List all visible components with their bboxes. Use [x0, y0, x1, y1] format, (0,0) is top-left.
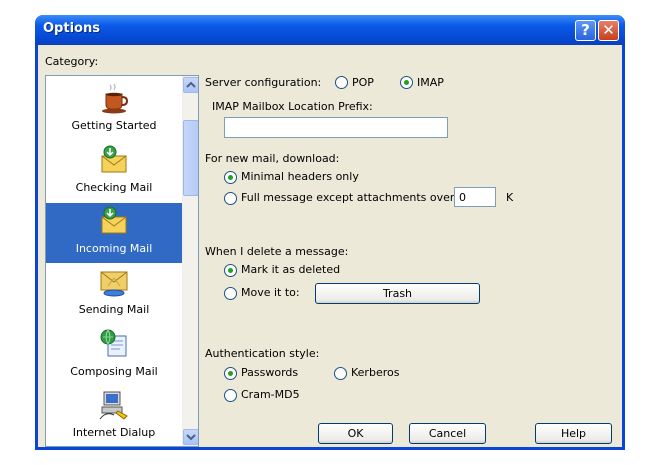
category-item-label: Composing Mail	[70, 365, 158, 378]
category-item-internet-dialup[interactable]: Internet Dialup	[46, 387, 182, 446]
pop-radio[interactable]	[335, 76, 348, 89]
auth-style-label: Authentication style:	[205, 347, 320, 360]
dialog-body: Category: Getting Started Checking Mail …	[38, 45, 622, 447]
category-item-sending-mail[interactable]: Sending Mail	[46, 264, 182, 324]
imap-prefix-input[interactable]	[224, 117, 448, 138]
window-title: Options	[43, 21, 100, 36]
help-icon[interactable]: ?	[575, 20, 596, 41]
help-button[interactable]: Help	[535, 423, 612, 444]
category-scrollbar[interactable]	[182, 76, 198, 446]
options-dialog: Options ? ✕ Category: Getting Started Ch…	[35, 15, 625, 450]
kerberos-label[interactable]: Kerberos	[351, 366, 399, 379]
category-item-label: Sending Mail	[78, 303, 150, 316]
category-item-incoming-mail[interactable]: Incoming Mail	[46, 203, 182, 263]
cancel-button[interactable]: Cancel	[409, 423, 486, 444]
category-item-label: Getting Started	[71, 119, 157, 132]
internet-dialup-icon	[99, 391, 128, 420]
delete-label: When I delete a message:	[205, 245, 349, 258]
imap-prefix-label: IMAP Mailbox Location Prefix:	[212, 100, 373, 113]
scroll-up-button[interactable]	[183, 77, 198, 93]
sending-mail-icon	[100, 271, 128, 297]
coffee-cup-icon	[102, 83, 129, 114]
category-item-checking-mail[interactable]: Checking Mail	[46, 142, 182, 202]
trash-folder-button[interactable]: Trash	[315, 283, 480, 304]
passwords-label[interactable]: Passwords	[241, 366, 298, 379]
move-to-radio[interactable]	[224, 287, 237, 300]
category-item-label: Checking Mail	[75, 181, 153, 194]
incoming-mail-icon	[101, 206, 127, 234]
kerberos-radio[interactable]	[334, 367, 347, 380]
scroll-down-button[interactable]	[183, 429, 198, 445]
minimal-headers-label[interactable]: Minimal headers only	[241, 170, 359, 183]
move-to-label[interactable]: Move it to:	[241, 286, 300, 299]
chevron-down-icon	[186, 434, 196, 441]
mark-deleted-radio[interactable]	[224, 264, 237, 277]
scroll-thumb[interactable]	[183, 120, 198, 196]
passwords-radio[interactable]	[224, 367, 237, 380]
close-icon[interactable]: ✕	[598, 20, 619, 41]
server-config-label: Server configuration:	[205, 76, 322, 89]
crammd5-radio[interactable]	[224, 389, 237, 402]
full-message-label[interactable]: Full message except attachments over	[241, 191, 454, 204]
category-item-label: Internet Dialup	[72, 426, 156, 439]
pop-radio-label[interactable]: POP	[352, 76, 374, 89]
new-mail-label: For new mail, download:	[205, 152, 340, 165]
category-item-composing-mail[interactable]: Composing Mail	[46, 326, 182, 386]
imap-radio[interactable]	[400, 76, 413, 89]
check-mail-icon	[101, 145, 127, 173]
category-item-getting-started[interactable]: Getting Started	[46, 80, 182, 140]
category-label: Category:	[45, 55, 99, 68]
category-item-label: Incoming Mail	[75, 242, 153, 255]
ok-button[interactable]: OK	[318, 423, 393, 444]
minimal-headers-radio[interactable]	[224, 171, 237, 184]
crammd5-label[interactable]: Cram-MD5	[241, 388, 300, 401]
chevron-up-icon	[186, 81, 196, 88]
title-bar[interactable]: Options ? ✕	[35, 15, 625, 45]
attachment-size-input[interactable]	[454, 187, 496, 207]
mark-deleted-label[interactable]: Mark it as deleted	[241, 263, 340, 276]
category-list[interactable]: Getting Started Checking Mail Incoming M…	[45, 75, 199, 447]
composing-mail-icon	[100, 329, 127, 357]
imap-radio-label[interactable]: IMAP	[417, 76, 444, 89]
size-unit-label: K	[506, 191, 514, 204]
full-message-radio[interactable]	[224, 192, 237, 205]
